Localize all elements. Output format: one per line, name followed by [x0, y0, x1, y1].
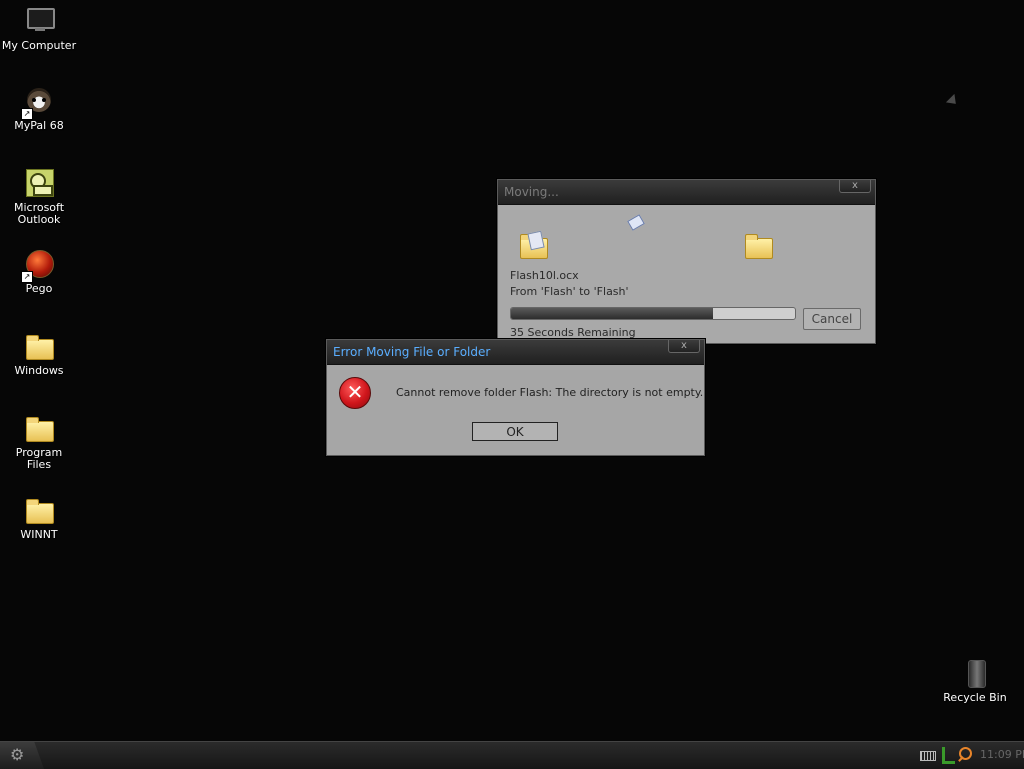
mouse-cursor-icon — [945, 93, 961, 109]
desktop-icon-label: Pego — [25, 282, 53, 295]
dialog-title: Moving... — [504, 185, 559, 199]
my-computer-icon — [23, 6, 55, 38]
cancel-button[interactable]: Cancel — [803, 308, 861, 330]
desktop-icon-program-files[interactable]: Program Files — [0, 413, 78, 471]
folder-icon — [23, 331, 55, 363]
error-dialog-titlebar[interactable]: Error Moving File or Folder x — [327, 340, 704, 365]
desktop-icon-winnt[interactable]: WINNT — [0, 495, 78, 541]
desktop-icon-recycle-bin[interactable]: Recycle Bin — [936, 658, 1014, 704]
dialog-title: Error Moving File or Folder — [333, 345, 491, 359]
desktop-icon-label: WINNT — [20, 528, 58, 541]
desktop-icon-label: My Computer — [1, 39, 77, 52]
progress-fill — [511, 308, 713, 319]
error-dialog: Error Moving File or Folder x ✕ Cannot r… — [326, 339, 705, 456]
mypal-browser-icon: ↗ — [21, 86, 55, 120]
desktop-icon-pego[interactable]: ↗ Pego — [0, 249, 78, 295]
destination-folder-icon — [745, 232, 775, 260]
outlook-icon — [23, 168, 55, 200]
folder-icon — [23, 413, 55, 445]
flying-document-icon — [627, 214, 645, 231]
system-tray: 11:09 PM — [894, 742, 1024, 769]
close-button[interactable]: x — [839, 180, 871, 193]
time-remaining: 35 Seconds Remaining — [510, 326, 636, 339]
ok-button[interactable]: OK — [472, 422, 558, 441]
desktop-icon-label: Program Files — [15, 446, 63, 471]
desktop-icon-outlook[interactable]: Microsoft Outlook — [0, 168, 78, 226]
progress-bar — [510, 307, 796, 320]
keyboard-icon[interactable] — [920, 751, 936, 761]
desktop-icon-windows[interactable]: Windows — [0, 331, 78, 377]
desktop-icon-label: Recycle Bin — [943, 691, 1007, 704]
file-name: Flash10l.ocx — [510, 269, 579, 282]
pego-icon: ↗ — [21, 249, 55, 283]
error-icon: ✕ — [339, 377, 371, 409]
desktop-icon-mypal[interactable]: ↗ MyPal 68 — [0, 86, 78, 132]
clock[interactable]: 11:09 PM — [980, 748, 1024, 761]
desktop-icon-label: MyPal 68 — [14, 119, 64, 132]
recycle-bin-icon — [959, 658, 991, 690]
shortcut-arrow-icon: ↗ — [21, 108, 33, 120]
desktop-icon-label: Microsoft Outlook — [13, 201, 65, 226]
close-button[interactable]: x — [668, 340, 700, 353]
folder-icon — [23, 495, 55, 527]
start-button[interactable]: ⚙ — [0, 742, 44, 769]
network-icon[interactable] — [942, 747, 955, 764]
taskbar: ⚙ 11:09 PM — [0, 741, 1024, 769]
moving-dialog: Moving... x Flash10l.ocx From 'Flash' to… — [497, 179, 876, 344]
from-to-text: From 'Flash' to 'Flash' — [510, 285, 629, 298]
shortcut-arrow-icon: ↗ — [21, 271, 33, 283]
error-message: Cannot remove folder Flash: The director… — [396, 386, 704, 399]
source-folder-icon — [520, 230, 550, 260]
desktop-icon-my-computer[interactable]: My Computer — [0, 6, 78, 52]
moving-dialog-titlebar[interactable]: Moving... x — [498, 180, 875, 205]
desktop-icon-label: Windows — [14, 364, 64, 377]
